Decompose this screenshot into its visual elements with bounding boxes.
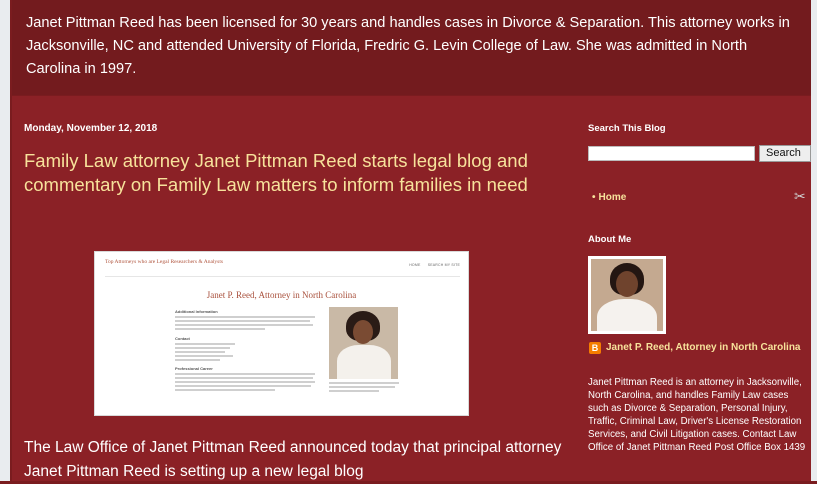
embed-text-line — [175, 343, 235, 345]
bullet-icon: • — [592, 192, 596, 203]
embed-text-line — [175, 324, 313, 326]
embed-nav-search: SEARCH MY SITE — [427, 263, 460, 267]
embed-page-title: Janet P. Reed, Attorney in North Carolin… — [206, 290, 357, 300]
blogger-icon: B — [589, 342, 601, 354]
main-content: Monday, November 12, 2018 Family Law att… — [12, 96, 811, 481]
embed-text-line — [175, 328, 265, 330]
embed-attorney-photo — [329, 307, 398, 379]
embed-text-line — [175, 355, 233, 357]
search-input[interactable] — [588, 146, 755, 161]
browser-frame-left — [0, 0, 10, 481]
search-button[interactable]: Search — [759, 145, 811, 162]
about-heading: About Me — [588, 234, 632, 245]
nav-home-link[interactable]: • Home — [592, 192, 626, 203]
embed-text-line — [175, 351, 225, 353]
post-body: The Law Office of Janet Pittman Reed ann… — [24, 439, 562, 480]
embed-text-line — [175, 347, 230, 349]
profile-bio: Janet Pittman Reed is an attorney in Jac… — [588, 377, 806, 453]
embed-text-line — [175, 385, 311, 387]
embed-nav-home: HOME — [409, 263, 421, 267]
embed-text-line — [175, 320, 310, 322]
nav-home-label: Home — [598, 192, 627, 203]
embed-text-line — [175, 377, 313, 379]
embed-nav: HOME SEARCH MY SITE — [403, 263, 460, 267]
wrench-icon[interactable]: ✂ — [794, 188, 806, 205]
embed-text-line — [175, 373, 315, 375]
post-image[interactable]: Top Attorneys who are Legal Researchers … — [94, 251, 469, 416]
post-title[interactable]: Family Law attorney Janet Pittman Reed s… — [24, 149, 544, 197]
embed-site-name: Top Attorneys who are Legal Researchers … — [105, 259, 223, 265]
embed-photo-caption — [329, 382, 401, 392]
header-description: Janet Pittman Reed has been licensed for… — [26, 15, 790, 77]
profile-name-link[interactable]: Janet P. Reed, Attorney in North Carolin… — [606, 341, 806, 354]
embed-text-line — [175, 359, 220, 361]
browser-frame-right — [811, 0, 817, 481]
embed-section-heading: Professional Career — [175, 366, 213, 371]
embed-divider — [105, 276, 460, 277]
search-heading: Search This Blog — [588, 123, 666, 134]
embed-text-line — [175, 381, 315, 383]
embed-text-line — [175, 389, 275, 391]
blog-header: Janet Pittman Reed has been licensed for… — [12, 0, 811, 95]
embed-text-line — [175, 316, 315, 318]
embed-section-heading: Additional Information — [175, 309, 218, 314]
post-date: Monday, November 12, 2018 — [24, 123, 158, 134]
embed-section-heading: Contact — [175, 336, 190, 341]
profile-photo[interactable] — [588, 256, 666, 334]
